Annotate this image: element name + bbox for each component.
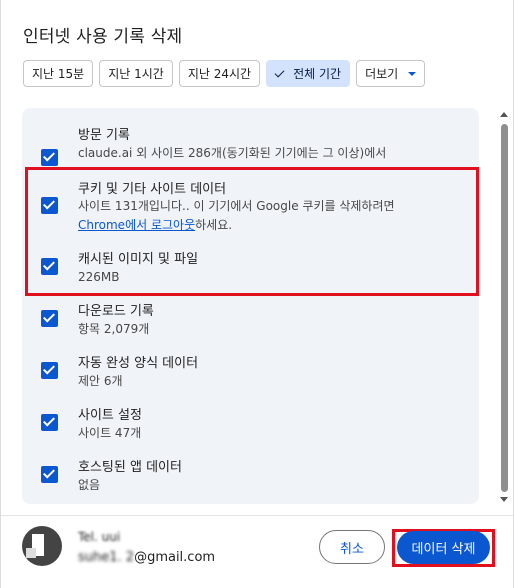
item-subtitle-line2: Chrome에서 로그아웃하세요. bbox=[78, 215, 232, 235]
checkbox-checked-icon[interactable] bbox=[41, 149, 58, 166]
item-subtitle: 항목 2,079개 bbox=[78, 322, 150, 336]
chip-last-15-min[interactable]: 지난 15분 bbox=[23, 60, 94, 87]
cancel-button[interactable]: 취소 bbox=[319, 530, 385, 564]
scrollbar-thumb[interactable] bbox=[501, 124, 508, 492]
check-icon bbox=[275, 68, 287, 80]
item-subtitle: 없음 bbox=[78, 478, 101, 492]
account-email: suhe1. 2@gmail.com bbox=[78, 550, 215, 565]
chevron-down-icon bbox=[408, 71, 417, 76]
subtitle-suffix: 하세요. bbox=[195, 218, 233, 232]
item-subtitle: 226MB bbox=[78, 270, 120, 284]
chip-label: 지난 15분 bbox=[32, 67, 85, 81]
checkbox-checked-icon[interactable] bbox=[41, 414, 58, 431]
footer-divider bbox=[1, 515, 514, 516]
item-subtitle: claude.ai 외 사이트 286개(동기화된 기기에는 그 이상)에서 bbox=[78, 146, 387, 160]
item-title: 호스팅된 앱 데이터 bbox=[78, 460, 182, 475]
checkbox-checked-icon[interactable] bbox=[41, 466, 58, 483]
item-subtitle: 사이트 47개 bbox=[78, 426, 142, 440]
more-dropdown[interactable]: 더보기 bbox=[356, 60, 426, 87]
checkbox-checked-icon[interactable] bbox=[41, 362, 58, 379]
data-type-list: 방문 기록 claude.ai 외 사이트 286개(동기화된 기기에는 그 이… bbox=[22, 108, 479, 504]
item-subtitle: 제안 6개 bbox=[78, 374, 123, 388]
item-title: 사이트 설정 bbox=[78, 408, 142, 423]
email-masked: suhe1. 2 bbox=[78, 550, 135, 565]
avatar bbox=[22, 526, 62, 566]
chip-label: 지난 1시간 bbox=[108, 67, 164, 81]
time-range-chips: 지난 15분 지난 1시간 지난 24시간 전체 기간 더보기 bbox=[23, 60, 426, 87]
more-label: 더보기 bbox=[365, 67, 399, 81]
item-title: 다운로드 기록 bbox=[78, 304, 154, 319]
item-subtitle: 사이트 131개입니다.. 이 기기에서 Google 쿠키를 삭제하려면 bbox=[78, 199, 395, 213]
delete-data-button[interactable]: 데이터 삭제 bbox=[397, 531, 490, 564]
scroll-down-arrow-icon[interactable] bbox=[500, 497, 508, 502]
chip-label: 지난 24시간 bbox=[187, 67, 252, 81]
item-title: 자동 완성 양식 데이터 bbox=[78, 356, 199, 371]
chip-label: 전체 기간 bbox=[293, 67, 342, 81]
chip-last-hour[interactable]: 지난 1시간 bbox=[99, 60, 173, 87]
sign-out-link[interactable]: Chrome에서 로그아웃 bbox=[78, 218, 195, 232]
checkbox-checked-icon[interactable] bbox=[41, 197, 58, 214]
item-title: 캐시된 이미지 및 파일 bbox=[78, 252, 199, 267]
clear-browsing-data-dialog: 인터넷 사용 기록 삭제 지난 15분 지난 1시간 지난 24시간 전체 기간… bbox=[0, 0, 514, 588]
dialog-title: 인터넷 사용 기록 삭제 bbox=[23, 27, 183, 47]
scroll-up-arrow-icon[interactable] bbox=[500, 112, 508, 117]
chip-all-time[interactable]: 전체 기간 bbox=[266, 60, 351, 87]
item-title: 쿠키 및 기타 사이트 데이터 bbox=[78, 182, 227, 197]
avatar-mask bbox=[26, 548, 36, 558]
chip-last-24-hours[interactable]: 지난 24시간 bbox=[178, 60, 261, 87]
item-title: 방문 기록 bbox=[78, 128, 130, 143]
account-name: Tel. uui bbox=[78, 530, 121, 544]
checkbox-checked-icon[interactable] bbox=[41, 258, 58, 275]
checkbox-checked-icon[interactable] bbox=[41, 310, 58, 327]
email-domain: @gmail.com bbox=[134, 550, 216, 565]
